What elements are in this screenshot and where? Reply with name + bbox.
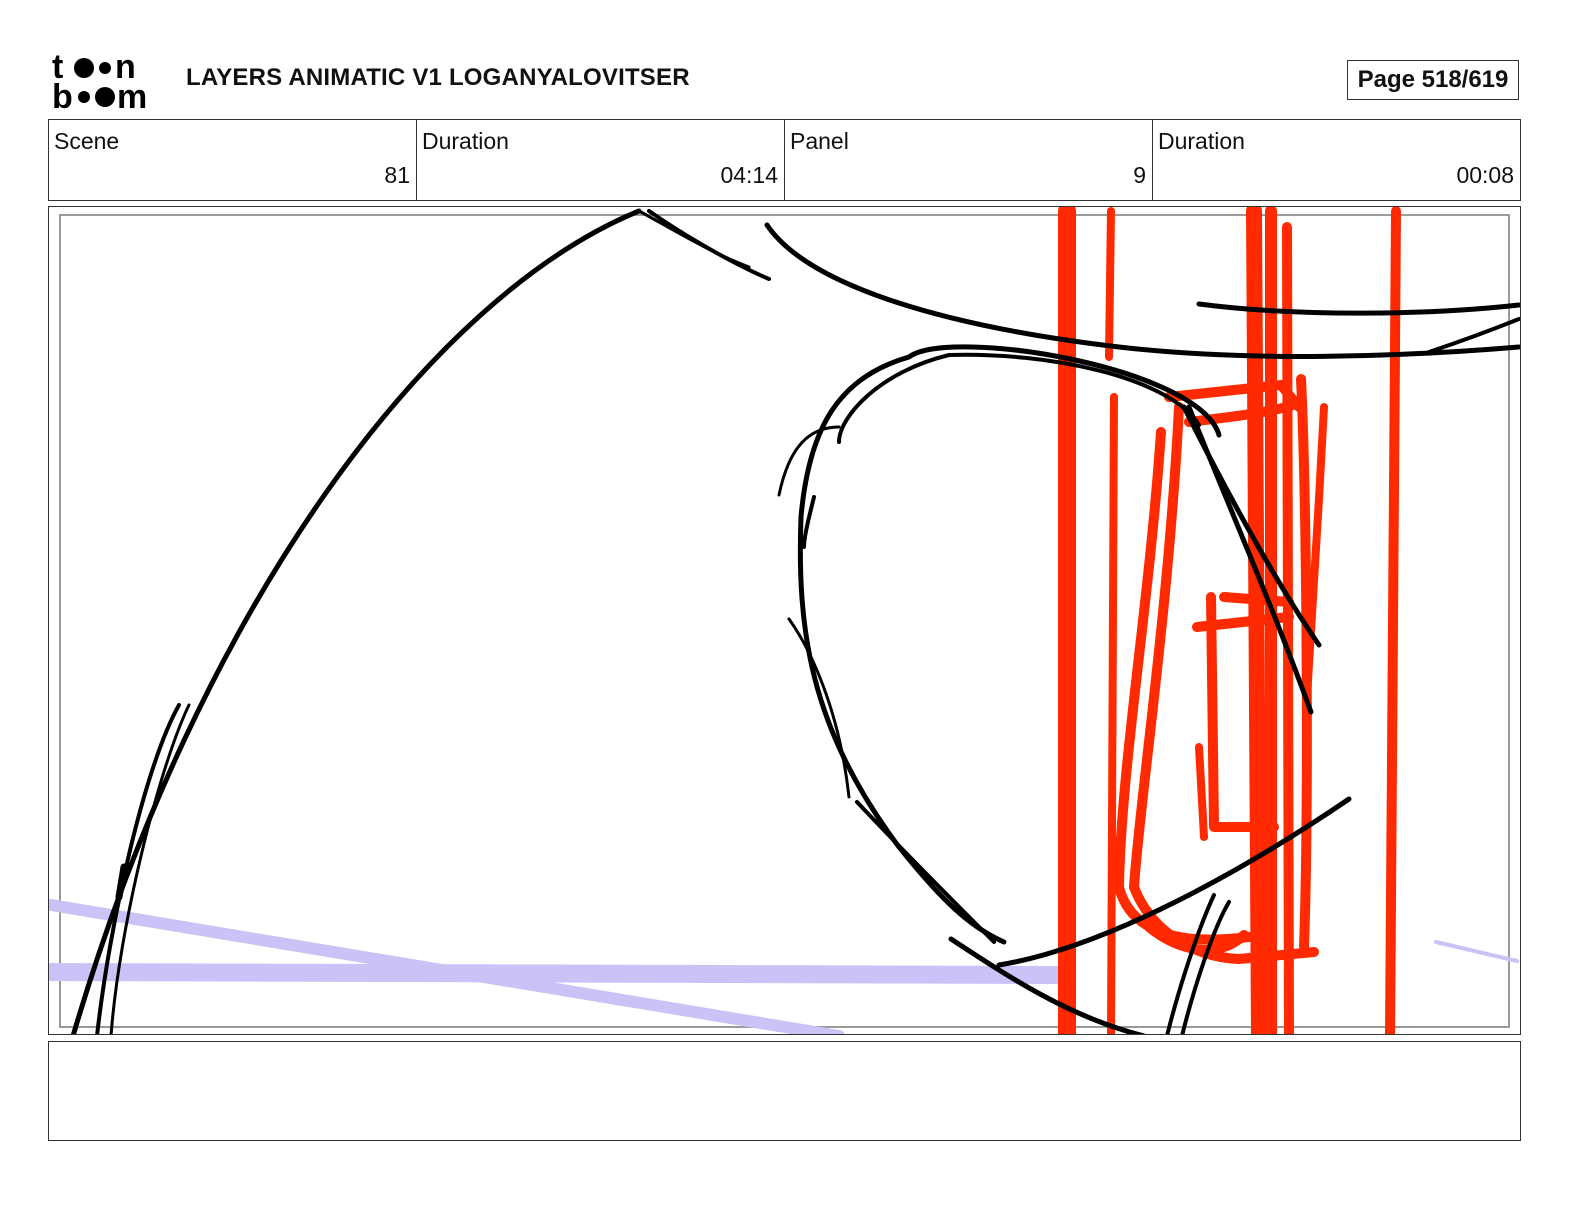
storyboard-title: LAYERS ANIMATIC V1 LOGANYALOVITSER (186, 64, 690, 91)
panel-value: 9 (1133, 162, 1146, 188)
lavender-layer (49, 899, 1519, 1034)
storyboard-panel (48, 206, 1521, 1035)
scene-duration-label: Duration (422, 128, 509, 154)
scene-label: Scene (54, 128, 120, 154)
scene-info-row: Scene 81 Duration 04:14 Panel 9 Duration… (48, 119, 1521, 201)
panel-duration-value: 00:08 (1456, 162, 1514, 188)
svg-text:m: m (117, 78, 147, 112)
scene-cell: Scene 81 (49, 120, 417, 200)
panel-sketch (49, 207, 1520, 1034)
panel-label: Panel (790, 128, 849, 154)
scene-duration-value: 04:14 (720, 162, 778, 188)
page-indicator: Page 518/619 (1347, 60, 1519, 100)
panel-cell: Panel 9 (785, 120, 1153, 200)
panel-notes-box (48, 1041, 1521, 1141)
panel-duration-label: Duration (1158, 128, 1245, 154)
panel-duration-cell: Duration 00:08 (1153, 120, 1520, 200)
svg-text:b: b (52, 78, 73, 112)
scene-value: 81 (384, 162, 410, 188)
scene-duration-cell: Duration 04:14 (417, 120, 785, 200)
toon-boom-logo: t n b m (52, 48, 164, 116)
red-layer (1058, 207, 1401, 1034)
